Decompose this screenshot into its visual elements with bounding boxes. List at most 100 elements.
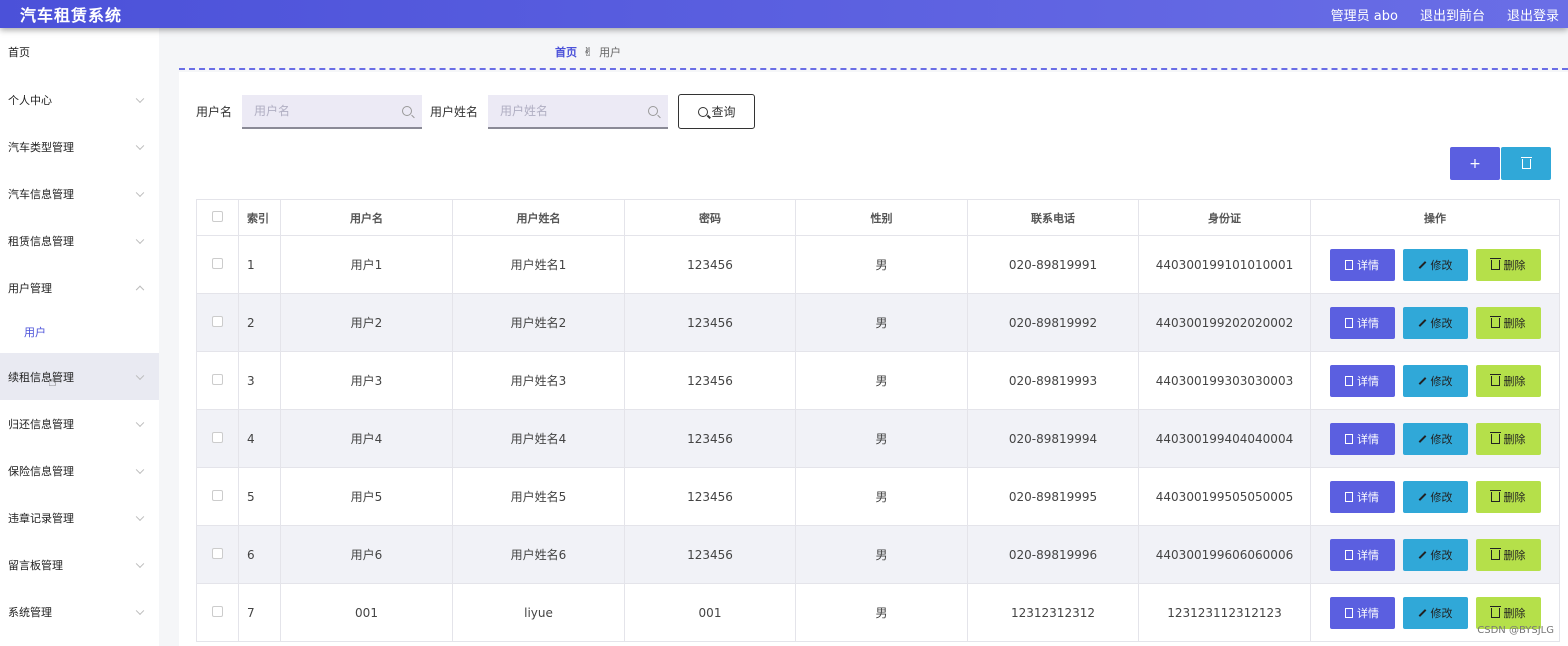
chevron-up-icon bbox=[135, 285, 145, 294]
row-checkbox[interactable] bbox=[212, 257, 223, 269]
user-table: 索引 用户名 用户姓名 密码 性别 联系电话 身份证 操作 1 用户1 用户姓名1 1… bbox=[196, 199, 1560, 642]
detail-label: 详情 bbox=[1357, 258, 1379, 272]
batch-delete-button[interactable] bbox=[1501, 147, 1551, 180]
actions-cell: 详情 修改 删除 bbox=[1310, 293, 1560, 352]
sidebar-item-violation[interactable]: 违章记录管理 bbox=[0, 494, 159, 541]
table-cell: 123456 bbox=[624, 293, 796, 352]
edit-button[interactable]: 修改 bbox=[1402, 480, 1468, 513]
row-checkbox[interactable] bbox=[212, 373, 223, 385]
table-cell: 6 bbox=[238, 525, 281, 584]
edit-button[interactable]: 修改 bbox=[1402, 538, 1468, 571]
table-cell: 020-89819996 bbox=[967, 525, 1139, 584]
row-checkbox[interactable] bbox=[212, 431, 223, 443]
pencil-icon bbox=[1418, 318, 1426, 327]
table-header: 索引 用户名 用户姓名 密码 性别 联系电话 身份证 操作 bbox=[196, 199, 1560, 236]
detail-button[interactable]: 详情 bbox=[1329, 248, 1395, 281]
sidebar-item-rental[interactable]: 租赁信息管理 bbox=[0, 217, 159, 264]
trash-icon bbox=[1489, 547, 1501, 560]
table-cell: 001 bbox=[280, 583, 453, 642]
edit-button[interactable]: 修改 bbox=[1402, 306, 1468, 339]
delete-label: 删除 bbox=[1503, 316, 1526, 330]
edit-label: 修改 bbox=[1430, 490, 1453, 504]
detail-button[interactable]: 详情 bbox=[1329, 480, 1395, 513]
delete-button[interactable]: 删除 bbox=[1475, 480, 1541, 513]
table-cell: 2 bbox=[238, 293, 281, 352]
breadcrumb-home[interactable]: 首页 bbox=[555, 44, 577, 60]
table-cell: 12312312312 bbox=[967, 583, 1139, 642]
row-checkbox[interactable] bbox=[212, 605, 223, 617]
column-header: 密码 bbox=[624, 199, 796, 236]
table-cell: liyue bbox=[452, 583, 625, 642]
delete-label: 删除 bbox=[1503, 258, 1526, 272]
document-icon bbox=[1345, 549, 1353, 560]
query-button[interactable]: 查询 bbox=[678, 94, 756, 129]
table-cell: 男 bbox=[795, 351, 968, 410]
front-link[interactable]: 退出到前台 bbox=[1420, 5, 1485, 24]
logout-link[interactable]: 退出登录 bbox=[1507, 5, 1559, 24]
sidebar-item-label: 用户管理 bbox=[8, 281, 52, 295]
detail-button[interactable]: 详情 bbox=[1329, 538, 1395, 571]
row-select-cell bbox=[196, 525, 239, 584]
admin-user[interactable]: 管理员 abo bbox=[1331, 5, 1398, 24]
trash-icon bbox=[1489, 373, 1501, 386]
delete-button[interactable]: 删除 bbox=[1475, 248, 1541, 281]
detail-button[interactable]: 详情 bbox=[1329, 422, 1395, 455]
table-cell: 用户3 bbox=[280, 351, 453, 410]
delete-button[interactable]: 删除 bbox=[1475, 306, 1541, 339]
sidebar-item-personal[interactable]: 个人中心 bbox=[0, 76, 159, 123]
row-checkbox[interactable] bbox=[212, 315, 223, 327]
detail-button[interactable]: 详情 bbox=[1329, 364, 1395, 397]
sidebar-item-message[interactable]: 留言板管理 bbox=[0, 541, 159, 588]
detail-button[interactable]: 详情 bbox=[1329, 306, 1395, 339]
sidebar-item-renewal[interactable]: 续租信息管理 bbox=[0, 353, 159, 400]
sidebar-item-home[interactable]: 首页 bbox=[0, 28, 159, 76]
sidebar-item-users[interactable]: 用户管理 bbox=[0, 264, 159, 311]
detail-label: 详情 bbox=[1357, 316, 1379, 330]
edit-button[interactable]: 修改 bbox=[1402, 422, 1468, 455]
sidebar-item-car-info[interactable]: 汽车信息管理 bbox=[0, 170, 159, 217]
sidebar-item-insurance[interactable]: 保险信息管理 bbox=[0, 447, 159, 494]
edit-button[interactable]: 修改 bbox=[1402, 596, 1468, 629]
select-all-checkbox[interactable] bbox=[212, 210, 223, 222]
sidebar-item-label: 续租信息管理 bbox=[8, 370, 74, 384]
table-row: 4 用户4 用户姓名4 123456 男 020-89819994 440300199404… bbox=[196, 409, 1560, 468]
column-header: 身份证 bbox=[1138, 199, 1311, 236]
actions-cell: 详情 修改 删除 bbox=[1310, 409, 1560, 468]
sidebar: 首页 个人中心 汽车类型管理 汽车信息管理 租赁信息管理 用户管理 用户 续租信… bbox=[0, 28, 159, 646]
detail-label: 详情 bbox=[1357, 490, 1379, 504]
delete-button[interactable]: 删除 bbox=[1475, 596, 1541, 629]
sidebar-item-system[interactable]: 系统管理 bbox=[0, 588, 159, 635]
sidebar-item-label: 保险信息管理 bbox=[8, 464, 74, 478]
pencil-icon bbox=[1418, 608, 1426, 617]
table-cell: 1 bbox=[238, 235, 281, 294]
row-select-cell bbox=[196, 467, 239, 526]
table-cell: 用户姓名5 bbox=[452, 467, 625, 526]
table-cell: 用户姓名4 bbox=[452, 409, 625, 468]
app-title: 汽车租赁系统 bbox=[20, 6, 123, 25]
username-label: 用户名 bbox=[196, 105, 233, 119]
delete-button[interactable]: 删除 bbox=[1475, 364, 1541, 397]
pencil-icon bbox=[1418, 260, 1426, 269]
row-checkbox[interactable] bbox=[212, 489, 223, 501]
row-checkbox[interactable] bbox=[212, 547, 223, 559]
username-search-input[interactable] bbox=[254, 103, 385, 118]
document-icon bbox=[1345, 607, 1353, 618]
detail-button[interactable]: 详情 bbox=[1329, 596, 1395, 629]
delete-label: 删除 bbox=[1503, 374, 1526, 388]
add-button[interactable]: + bbox=[1450, 147, 1500, 180]
edit-button[interactable]: 修改 bbox=[1402, 364, 1468, 397]
sidebar-subitem-user[interactable]: 用户 bbox=[0, 311, 159, 353]
sidebar-item-return[interactable]: 归还信息管理 bbox=[0, 400, 159, 447]
delete-button[interactable]: 删除 bbox=[1475, 538, 1541, 571]
delete-button[interactable]: 删除 bbox=[1475, 422, 1541, 455]
sidebar-item-car-type[interactable]: 汽车类型管理 bbox=[0, 123, 159, 170]
table-cell: 用户4 bbox=[280, 409, 453, 468]
trash-icon bbox=[1520, 156, 1532, 169]
table-cell: 用户姓名3 bbox=[452, 351, 625, 410]
edit-button[interactable]: 修改 bbox=[1402, 248, 1468, 281]
name-search-input[interactable] bbox=[500, 103, 631, 118]
detail-label: 详情 bbox=[1357, 548, 1379, 562]
delete-label: 删除 bbox=[1503, 606, 1526, 620]
sidebar-item-label: 汽车类型管理 bbox=[8, 140, 74, 154]
table-cell: 123456 bbox=[624, 525, 796, 584]
